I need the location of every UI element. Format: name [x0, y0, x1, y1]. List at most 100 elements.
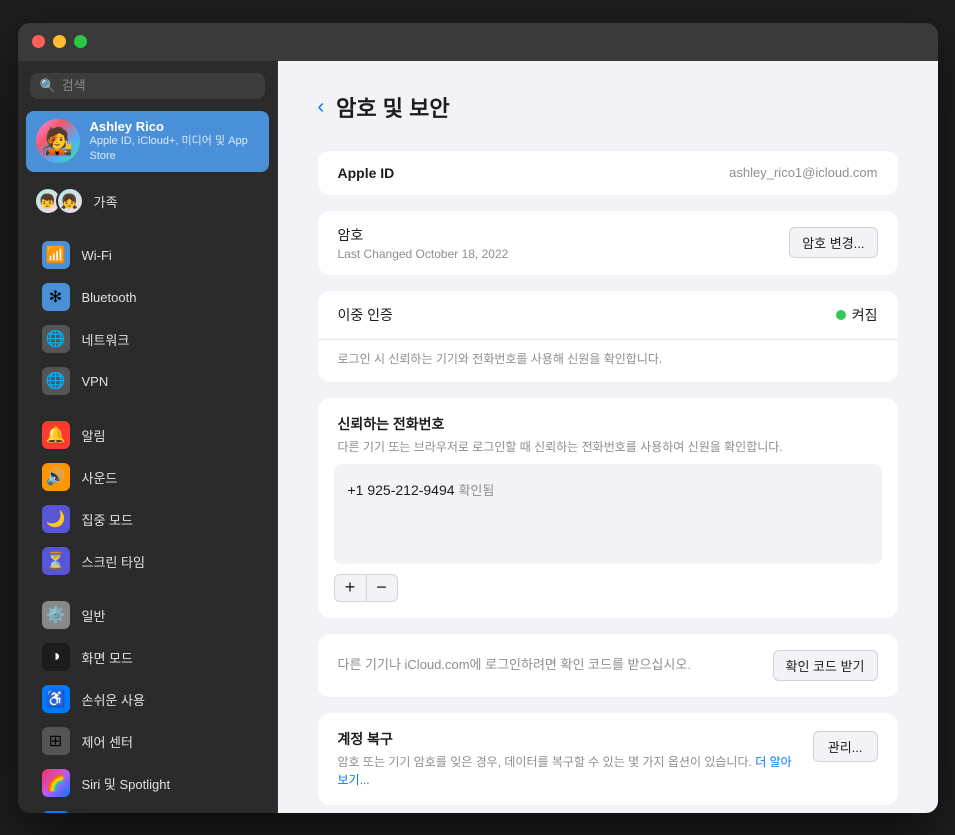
account-recovery-row: 계정 복구 암호 또는 기기 암호를 잊은 경우, 데이터를 복구할 수 있는 …: [318, 713, 898, 805]
general-icon: ⚙️: [42, 601, 70, 629]
password-card: 암호 Last Changed October 18, 2022 암호 변경..…: [318, 211, 898, 275]
main-window: 🔍 🧑‍🎤 Ashley Rico Apple ID, iCloud+, 미디어…: [18, 23, 938, 813]
family-avatars: 👦 👧: [34, 187, 84, 215]
screentime-icon: ⏳: [42, 547, 70, 575]
sidebar-label-siri: Siri 및 Spotlight: [82, 774, 171, 793]
sidebar-item-notifications[interactable]: 🔔 알림: [26, 414, 269, 456]
remove-phone-button[interactable]: −: [366, 574, 398, 602]
notifications-icon: 🔔: [42, 421, 70, 449]
sound-icon: 🔊: [42, 463, 70, 491]
password-date: Last Changed October 18, 2022: [338, 247, 790, 261]
bluetooth-icon: ✻: [42, 283, 70, 311]
user-name: Ashley Rico: [90, 119, 259, 134]
sidebar-label-accessibility: 손쉬운 사용: [82, 690, 145, 709]
accessibility-icon: ♿: [42, 685, 70, 713]
sidebar: 🔍 🧑‍🎤 Ashley Rico Apple ID, iCloud+, 미디어…: [18, 61, 278, 813]
page-header: ‹ 암호 및 보안: [318, 91, 898, 123]
user-info: Ashley Rico Apple ID, iCloud+, 미디어 및 App…: [90, 119, 259, 165]
sidebar-item-family[interactable]: 👦 👧 가족: [18, 180, 277, 222]
phone-number: +1 925-212-9494: [348, 482, 455, 498]
account-recovery-title: 계정 복구: [338, 729, 801, 749]
user-profile-item[interactable]: 🧑‍🎤 Ashley Rico Apple ID, iCloud+, 미디어 및…: [26, 111, 269, 173]
two-factor-status-text: 켜짐: [852, 305, 878, 325]
phone-actions: + −: [318, 564, 898, 618]
verification-code-section: 다른 기기나 iCloud.com에 로그인하려면 확인 코드를 받으십시오. …: [318, 634, 898, 697]
account-recovery-info: 계정 복구 암호 또는 기기 암호를 잊은 경우, 데이터를 복구할 수 있는 …: [338, 729, 801, 789]
family-label: 가족: [94, 192, 118, 211]
sidebar-item-appearance[interactable]: ◑ 화면 모드: [26, 636, 269, 678]
account-recovery-card: 계정 복구 암호 또는 기기 암호를 잊은 경우, 데이터를 복구할 수 있는 …: [318, 713, 898, 805]
password-row: 암호 Last Changed October 18, 2022 암호 변경..…: [318, 211, 898, 275]
sidebar-label-screentime: 스크린 타임: [82, 552, 145, 571]
account-recovery-desc: 암호 또는 기기 암호를 잊은 경우, 데이터를 복구할 수 있는 몇 가지 옵…: [338, 753, 801, 789]
network-icon: 🌐: [42, 325, 70, 353]
phone-list: +1 925-212-9494 확인됨: [334, 464, 882, 564]
sidebar-label-network: 네트워크: [82, 330, 130, 349]
sidebar-item-vpn[interactable]: 🌐 VPN: [26, 360, 269, 402]
main-content: ‹ 암호 및 보안 Apple ID ashley_rico1@icloud.c…: [278, 61, 938, 813]
minimize-button[interactable]: [53, 35, 66, 48]
family-avatar-2: 👧: [56, 187, 84, 215]
get-verification-code-button[interactable]: 확인 코드 받기: [773, 650, 878, 681]
sidebar-item-control-center[interactable]: ⊞ 제어 센터: [26, 720, 269, 762]
sidebar-label-notifications: 알림: [82, 426, 106, 445]
sidebar-label-focus: 집중 모드: [82, 510, 133, 529]
vpn-icon: 🌐: [42, 367, 70, 395]
privacy-icon: ✋: [42, 811, 70, 812]
avatar: 🧑‍🎤: [36, 119, 80, 163]
back-button[interactable]: ‹: [318, 97, 325, 117]
user-subtitle: Apple ID, iCloud+, 미디어 및 App Store: [90, 134, 259, 165]
phone-desc: 다른 기기 또는 브라우저로 로그인할 때 신뢰하는 전화번호를 사용하여 신원…: [338, 438, 878, 456]
sidebar-item-focus[interactable]: 🌙 집중 모드: [26, 498, 269, 540]
password-info: 암호 Last Changed October 18, 2022: [338, 225, 790, 261]
sidebar-item-network[interactable]: 🌐 네트워크: [26, 318, 269, 360]
two-factor-desc: 로그인 시 신뢰하는 기기와 전화번호를 사용해 신원을 확인합니다.: [318, 340, 898, 382]
page-title: 암호 및 보안: [336, 91, 449, 123]
two-factor-label: 이중 인증: [338, 305, 836, 325]
appearance-icon: ◑: [42, 643, 70, 671]
account-recovery-manage-button[interactable]: 관리...: [813, 731, 878, 762]
status-dot: [836, 310, 846, 320]
two-factor-header: 이중 인증 켜짐: [318, 291, 898, 340]
two-factor-status: 켜짐: [836, 305, 878, 325]
close-button[interactable]: [32, 35, 45, 48]
phone-verified: 확인됨: [458, 483, 494, 498]
sidebar-label-general: 일반: [82, 606, 106, 625]
focus-icon: 🌙: [42, 505, 70, 533]
apple-id-label: Apple ID: [338, 165, 730, 181]
sidebar-item-privacy[interactable]: ✋ 개인정보 보호 및 보안: [26, 804, 269, 812]
phone-header: 신뢰하는 전화번호 다른 기기 또는 브라우저로 로그인할 때 신뢰하는 전화번…: [318, 398, 898, 464]
wifi-icon: 📶: [42, 241, 70, 269]
verification-code-desc: 다른 기기나 iCloud.com에 로그인하려면 확인 코드를 받으십시오.: [338, 655, 757, 675]
control-center-icon: ⊞: [42, 727, 70, 755]
avatar-emoji: 🧑‍🎤: [41, 126, 73, 157]
sidebar-item-accessibility[interactable]: ♿ 손쉬운 사용: [26, 678, 269, 720]
sidebar-label-control-center: 제어 센터: [82, 732, 133, 751]
siri-icon: 🌈: [42, 769, 70, 797]
change-password-button[interactable]: 암호 변경...: [789, 227, 877, 258]
sidebar-item-general[interactable]: ⚙️ 일반: [26, 594, 269, 636]
sidebar-label-appearance: 화면 모드: [82, 648, 133, 667]
trusted-phone-section: 신뢰하는 전화번호 다른 기기 또는 브라우저로 로그인할 때 신뢰하는 전화번…: [318, 398, 898, 618]
sidebar-item-siri[interactable]: 🌈 Siri 및 Spotlight: [26, 762, 269, 804]
sidebar-item-sound[interactable]: 🔊 사운드: [26, 456, 269, 498]
sidebar-label-sound: 사운드: [82, 468, 118, 487]
add-phone-button[interactable]: +: [334, 574, 366, 602]
search-input[interactable]: [62, 78, 255, 93]
password-label: 암호: [338, 225, 790, 245]
two-factor-card: 이중 인증 켜짐 로그인 시 신뢰하는 기기와 전화번호를 사용해 신원을 확인…: [318, 291, 898, 382]
phone-entry: +1 925-212-9494 확인됨: [348, 474, 868, 505]
apple-id-value: ashley_rico1@icloud.com: [729, 165, 877, 180]
sidebar-item-bluetooth[interactable]: ✻ Bluetooth: [26, 276, 269, 318]
sidebar-label-vpn: VPN: [82, 374, 109, 389]
sidebar-label-wifi: Wi-Fi: [82, 248, 112, 263]
sidebar-item-screentime[interactable]: ⏳ 스크린 타임: [26, 540, 269, 582]
search-box[interactable]: 🔍: [30, 73, 265, 99]
sidebar-item-wifi[interactable]: 📶 Wi-Fi: [26, 234, 269, 276]
titlebar: [18, 23, 938, 61]
search-icon: 🔍: [40, 78, 56, 94]
maximize-button[interactable]: [74, 35, 87, 48]
phone-title: 신뢰하는 전화번호: [338, 414, 878, 434]
sidebar-label-bluetooth: Bluetooth: [82, 290, 137, 305]
content-area: 🔍 🧑‍🎤 Ashley Rico Apple ID, iCloud+, 미디어…: [18, 61, 938, 813]
